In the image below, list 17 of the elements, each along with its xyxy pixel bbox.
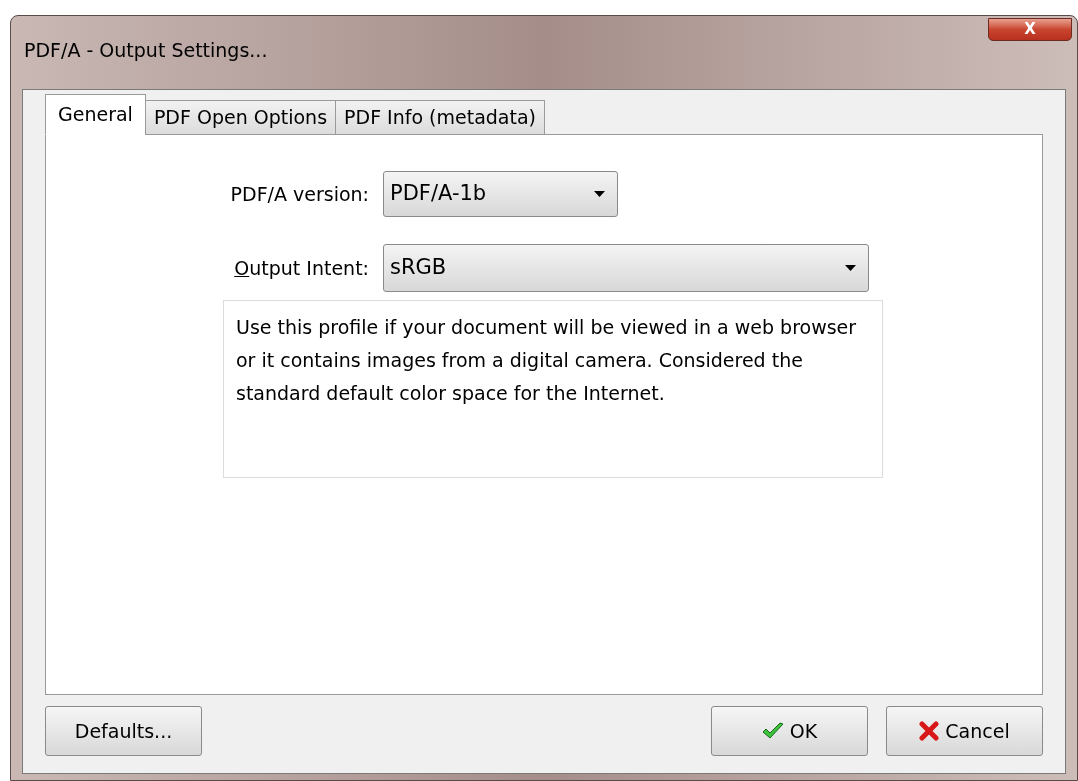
cancel-button[interactable]: Cancel	[886, 706, 1043, 756]
field-label: Output Intent:	[233, 255, 370, 281]
dropdown[interactable]: PDF/A-1b	[383, 171, 618, 217]
ok-button[interactable]: OK	[711, 706, 868, 756]
caret-icon	[594, 191, 605, 197]
window-title: PDF/A - Output Settings...	[24, 38, 268, 63]
caret-icon	[845, 265, 856, 271]
close-icon	[919, 721, 940, 741]
close-button[interactable]: X	[988, 18, 1072, 41]
tab[interactable]: PDF Info (metadata)	[335, 100, 545, 135]
field-label: PDF/A version:	[229, 181, 370, 207]
tab[interactable]: PDF Open Options	[144, 100, 337, 135]
description-text: Use this profile if your document will be viewed in a web browser or it contains images from a digital camera. Considered the standard default color space for the Internet.	[223, 300, 883, 478]
tab[interactable]: General	[45, 94, 146, 135]
defaults-button[interactable]: Defaults...	[45, 706, 202, 756]
dropdown[interactable]: sRGB	[383, 244, 869, 292]
check-icon	[761, 722, 784, 740]
